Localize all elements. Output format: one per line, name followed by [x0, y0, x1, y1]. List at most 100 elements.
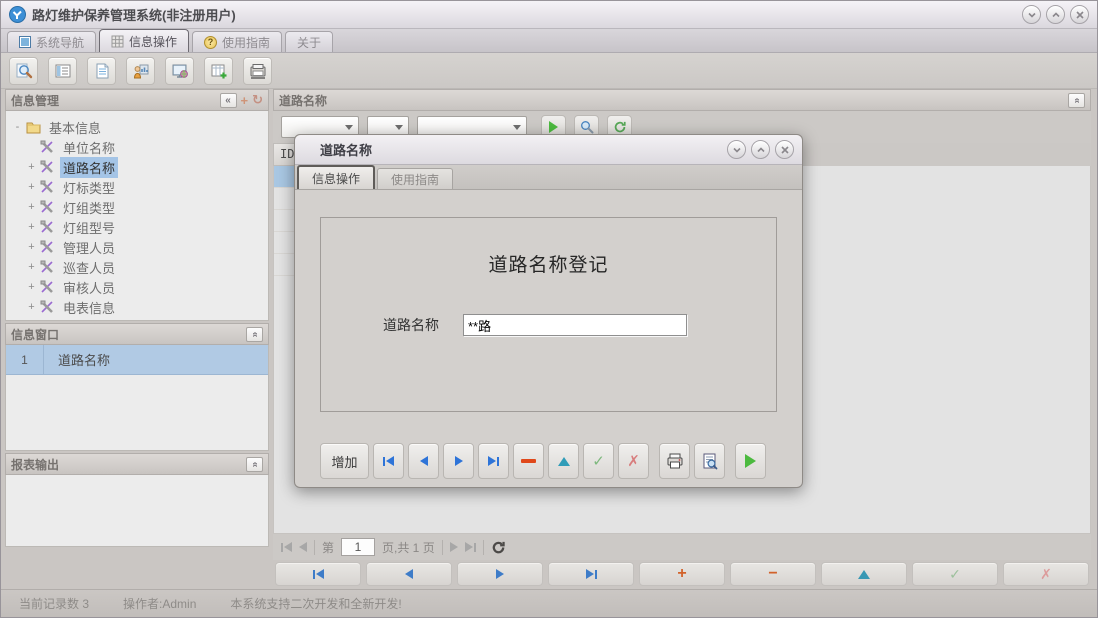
tree-label[interactable]: 灯组型号	[60, 217, 118, 238]
table-add-button[interactable]	[204, 57, 233, 85]
tree-label[interactable]: 灯标类型	[60, 177, 118, 198]
collapse-up-button[interactable]: «	[246, 457, 263, 472]
info-window-body: 1 道路名称	[5, 345, 269, 451]
record-edit-button[interactable]	[821, 562, 907, 586]
tab-user-guide[interactable]: ? 使用指南	[192, 31, 282, 52]
tree-item-unit-name[interactable]: 单位名称	[12, 137, 268, 157]
dialog-minimize-button[interactable]	[727, 140, 746, 159]
pager-bar: 第 页,共 1 页	[273, 534, 1091, 560]
prev-icon	[405, 569, 413, 579]
play-icon	[549, 121, 558, 133]
tree-toggle[interactable]: +	[26, 301, 37, 313]
magnifier-icon	[580, 120, 594, 134]
search-button[interactable]	[9, 57, 38, 85]
chevron-down-icon	[1027, 10, 1037, 20]
tab-label: 关于	[297, 34, 321, 51]
restore-button[interactable]	[1046, 5, 1065, 24]
form-view-button[interactable]	[48, 57, 77, 85]
road-name-input[interactable]	[463, 314, 687, 336]
tree-root-basic-info[interactable]: - 基本信息	[12, 117, 268, 137]
add-button[interactable]: 增加	[320, 443, 369, 479]
minimize-button[interactable]	[1022, 5, 1041, 24]
tree-toggle[interactable]: +	[26, 221, 37, 233]
tree-toggle[interactable]: -	[12, 121, 23, 133]
page-last-button[interactable]	[465, 542, 476, 552]
nav-first-button[interactable]	[373, 443, 404, 479]
tree-toggle[interactable]: +	[26, 261, 37, 273]
edit-icon	[858, 570, 870, 579]
tab-about[interactable]: 关于	[285, 31, 333, 52]
confirm-button[interactable]: ✓	[583, 443, 614, 479]
tree-label[interactable]: 审核人员	[60, 277, 118, 298]
cancel-button[interactable]: ✗	[618, 443, 649, 479]
document-button[interactable]	[87, 57, 116, 85]
record-last-button[interactable]	[548, 562, 634, 586]
tree-item-manager[interactable]: + 管理人员	[12, 237, 268, 257]
tree-toggle[interactable]: +	[26, 281, 37, 293]
info-window-row[interactable]: 1 道路名称	[6, 345, 268, 375]
main-toolbar	[1, 53, 1097, 89]
record-delete-button[interactable]: −	[730, 562, 816, 586]
edit-record-button[interactable]	[548, 443, 579, 479]
tree-label[interactable]: 灯组类型	[60, 197, 118, 218]
collapse-panel-button[interactable]: «	[1068, 93, 1085, 108]
print-preview-button[interactable]	[694, 443, 725, 479]
tree-label[interactable]: 管理人员	[60, 237, 118, 258]
refresh-tree-icon[interactable]: ↻	[252, 92, 263, 108]
tree-label[interactable]: 基本信息	[46, 117, 104, 138]
tree-label[interactable]: 单位名称	[60, 137, 118, 158]
output-button[interactable]	[243, 57, 272, 85]
dialog-tab-user-guide[interactable]: 使用指南	[377, 168, 453, 189]
reload-icon[interactable]	[491, 540, 506, 555]
execute-button[interactable]	[735, 443, 766, 479]
tree-toggle[interactable]: +	[26, 241, 37, 253]
tree-label-selected[interactable]: 道路名称	[60, 157, 118, 178]
record-cancel-button[interactable]: ✗	[1003, 562, 1089, 586]
tree-toggle[interactable]: +	[26, 161, 37, 173]
tree-item-lamp-group-type[interactable]: + 灯组类型	[12, 197, 268, 217]
page-first-button[interactable]	[281, 542, 292, 552]
page-number-input[interactable]	[341, 538, 375, 556]
collapse-up-button[interactable]: «	[246, 327, 263, 342]
close-button[interactable]	[1070, 5, 1089, 24]
delete-record-button[interactable]	[513, 443, 544, 479]
dialog-title-bar[interactable]: 道路名称	[295, 135, 802, 165]
report-output-panel: 报表输出 «	[5, 453, 269, 547]
row-index: 1	[6, 345, 44, 374]
print-button[interactable]	[659, 443, 690, 479]
record-first-button[interactable]	[275, 562, 361, 586]
dialog-restore-button[interactable]	[751, 140, 770, 159]
page-prev-button[interactable]	[299, 542, 307, 552]
record-next-button[interactable]	[457, 562, 543, 586]
tree-item-lamp-mark-type[interactable]: + 灯标类型	[12, 177, 268, 197]
record-prev-button[interactable]	[366, 562, 452, 586]
operator-label: 操作者:Admin	[123, 595, 196, 612]
personnel-chart-icon	[132, 62, 150, 80]
tree-toggle[interactable]: +	[26, 181, 37, 193]
monitor-button[interactable]	[165, 57, 194, 85]
collapse-left-button[interactable]: «	[220, 93, 237, 108]
panel-title: 报表输出	[11, 456, 59, 473]
tree-label[interactable]: 巡查人员	[60, 257, 118, 278]
tree-label[interactable]: 电表信息	[60, 297, 118, 318]
tab-info-operate[interactable]: 信息操作	[99, 29, 189, 52]
record-add-button[interactable]: +	[639, 562, 725, 586]
nav-last-button[interactable]	[478, 443, 509, 479]
personnel-button[interactable]	[126, 57, 155, 85]
tab-system-nav[interactable]: 系统导航	[7, 31, 96, 52]
dialog-tab-info-operate[interactable]: 信息操作	[297, 165, 375, 189]
tree-item-auditor[interactable]: + 审核人员	[12, 277, 268, 297]
tree-item-inspector[interactable]: + 巡查人员	[12, 257, 268, 277]
dialog-close-button[interactable]	[775, 140, 794, 159]
record-confirm-button[interactable]: ✓	[912, 562, 998, 586]
add-node-icon[interactable]: +	[241, 93, 249, 108]
nav-next-button[interactable]	[443, 443, 474, 479]
tree-toggle[interactable]: +	[26, 201, 37, 213]
page-next-button[interactable]	[450, 542, 458, 552]
tree-item-road-name[interactable]: + 道路名称	[12, 157, 268, 177]
tree-item-meter-info[interactable]: + 电表信息	[12, 297, 268, 317]
tree-item-lamp-group-model[interactable]: + 灯组型号	[12, 217, 268, 237]
printer-tray-icon	[249, 62, 267, 80]
nav-prev-button[interactable]	[408, 443, 439, 479]
chevron-up-icon	[1051, 10, 1061, 20]
